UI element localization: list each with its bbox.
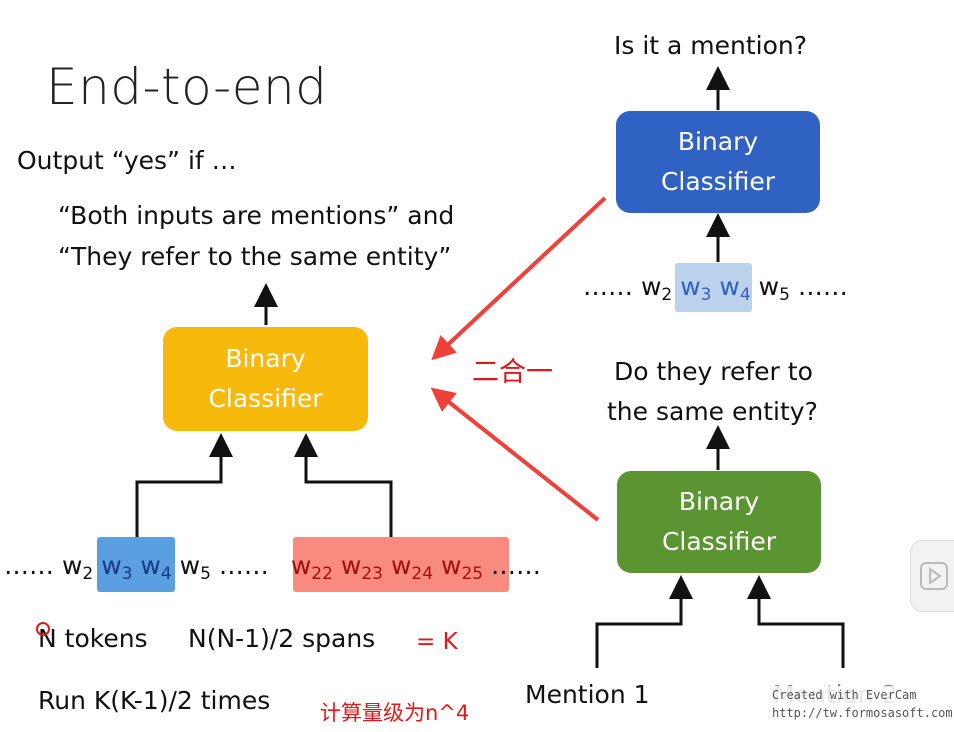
spans-count: N(N-1)/2 spans — [188, 624, 376, 653]
bottom-classifier-line2: Classifier — [661, 527, 777, 556]
top-classifier-line1: Binary — [677, 127, 759, 156]
complexity-annotation: 计算量级为n^4 — [320, 701, 470, 725]
tokens-count: N tokens — [38, 624, 148, 653]
watermark-line1: Created with EverCam — [772, 686, 954, 704]
left-binary-classifier: Binary Classifier — [163, 327, 368, 431]
bottom-input-connector-1 — [595, 575, 693, 668]
left-input-connector-2 — [294, 433, 393, 537]
left-classifier-line2: Classifier — [208, 384, 323, 413]
equals-k-annotation: = K — [416, 629, 458, 655]
play-button[interactable] — [910, 540, 954, 612]
left-input-connector-1 — [135, 433, 233, 537]
cursor-marker-icon — [36, 622, 50, 636]
mention-1-label: Mention 1 — [525, 680, 650, 709]
token-sequence: …… w2 w3 w4 w5 …… w22 w23 w24 w25 …… — [4, 551, 542, 584]
bottom-input-connector-2 — [747, 575, 845, 668]
top-classifier-line2: Classifier — [660, 167, 776, 196]
refer-question-line1: Do they refer to — [614, 357, 813, 386]
watermark-line2: http://tw.formosasoft.com — [772, 704, 954, 722]
watermark: Created with EverCam http://tw.formosaso… — [772, 686, 954, 732]
merge-label: 二合一 — [472, 357, 553, 388]
left-classifier-line1: Binary — [225, 344, 306, 373]
play-icon — [920, 562, 948, 590]
run-count: Run K(K-1)/2 times — [38, 686, 271, 715]
mention-question: Is it a mention? — [614, 31, 808, 60]
refer-question-line2: the same entity? — [607, 397, 818, 426]
merge-arrow-bottom — [430, 387, 600, 522]
top-token-sequence: …… w2 w3 w4 w5 …… — [583, 272, 848, 305]
bottom-binary-classifier: Binary Classifier — [617, 471, 821, 573]
merge-arrow-top — [431, 196, 607, 361]
top-binary-classifier: Binary Classifier — [616, 111, 820, 213]
bottom-classifier-line1: Binary — [678, 487, 760, 516]
